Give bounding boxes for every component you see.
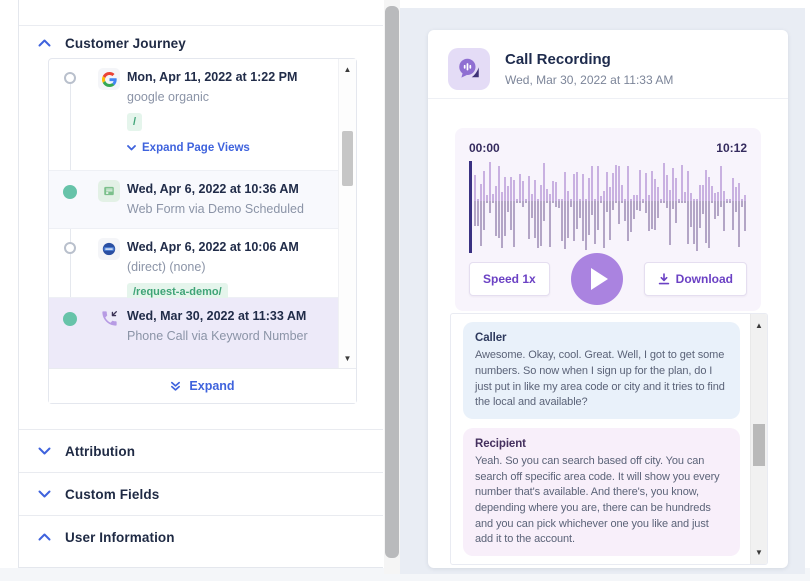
journey-event-google-organic[interactable]: Mon, Apr 11, 2022 at 1:22 PM google orga… — [49, 59, 339, 171]
message-text: Awesome. Okay, cool. Great. Well, I got … — [475, 349, 725, 409]
page-path-tag: / — [127, 113, 143, 131]
timeline-marker — [63, 312, 77, 326]
panel-top-divider — [19, 25, 383, 26]
scroll-up-arrow[interactable]: ▲ — [751, 321, 767, 330]
expand-page-views-label: Expand Page Views — [142, 142, 250, 154]
event-source: google organic — [127, 90, 210, 104]
total-time: 10:12 — [716, 141, 747, 155]
scrollbar-thumb[interactable] — [753, 424, 765, 466]
section-header-custom-fields[interactable]: Custom Fields — [19, 472, 383, 515]
player-times: 00:00 10:12 — [469, 141, 747, 155]
speaker-label: Recipient — [475, 437, 526, 450]
waveform-bars — [474, 161, 747, 253]
phone-call-icon — [98, 307, 120, 329]
card-header-divider — [428, 98, 788, 99]
chevron-up-icon — [38, 533, 51, 541]
chevron-down-icon — [38, 490, 51, 498]
event-source: Web Form via Demo Scheduled — [127, 202, 304, 216]
section-header-customer-journey[interactable]: Customer Journey — [19, 31, 383, 55]
speaker-label: Caller — [475, 332, 507, 344]
timeline-marker — [64, 242, 76, 254]
expand-label: Expand — [189, 379, 235, 393]
timeline-marker — [64, 72, 76, 84]
transcript-panel: Caller Awesome. Okay, cool. Great. Well,… — [450, 313, 768, 565]
journey-event-phone-call[interactable]: Wed, Mar 30, 2022 at 11:33 AM Phone Call… — [49, 298, 339, 368]
scrollbar-thumb[interactable] — [385, 6, 399, 558]
transcript-message-caller: Caller Awesome. Okay, cool. Great. Well,… — [463, 322, 740, 419]
timeline-marker — [63, 185, 77, 199]
scroll-up-arrow[interactable]: ▲ — [339, 65, 356, 74]
contact-detail-panel: Customer Journey Mon, Apr 11, 2022 at 1:… — [18, 0, 383, 568]
audio-player: 00:00 10:12 Speed 1x Download — [455, 128, 761, 311]
expand-page-views-link[interactable]: Expand Page Views — [127, 142, 329, 154]
direct-visit-icon — [98, 238, 120, 260]
journey-scrollbar[interactable]: ▲ ▼ — [338, 59, 356, 369]
message-text: Yeah. So you can search based off city. … — [475, 455, 720, 546]
playhead[interactable] — [469, 161, 472, 253]
event-date: Wed, Mar 30, 2022 at 11:33 AM — [127, 309, 307, 323]
play-icon — [590, 268, 608, 290]
journey-event-web-form[interactable]: Wed, Apr 6, 2022 at 10:36 AM Web Form vi… — [49, 171, 339, 229]
chevron-down-icon — [38, 447, 51, 455]
event-source: Phone Call via Keyword Number — [127, 329, 308, 343]
card-title: Call Recording — [505, 51, 611, 68]
section-header-user-information[interactable]: User Information — [19, 515, 383, 568]
speed-button[interactable]: Speed 1x — [469, 262, 550, 296]
speed-label: Speed 1x — [483, 272, 536, 286]
play-button[interactable] — [570, 253, 623, 305]
download-button[interactable]: Download — [643, 262, 747, 296]
google-logo-icon — [98, 68, 120, 90]
journey-event-direct[interactable]: Wed, Apr 6, 2022 at 10:06 AM (direct) (n… — [49, 229, 339, 301]
event-date: Wed, Apr 6, 2022 at 10:36 AM — [127, 182, 299, 196]
detail-pane-background: Call Recording Wed, Mar 30, 2022 at 11:3… — [400, 8, 805, 574]
player-controls: Speed 1x Download — [469, 253, 747, 305]
scroll-down-arrow[interactable]: ▼ — [751, 548, 767, 557]
event-date: Wed, Apr 6, 2022 at 10:06 AM — [127, 240, 299, 254]
call-recording-card: Call Recording Wed, Mar 30, 2022 at 11:3… — [428, 30, 788, 568]
card-datetime: Wed, Mar 30, 2022 at 11:33 AM — [505, 73, 674, 87]
web-form-icon — [98, 180, 120, 202]
event-source: (direct) (none) — [127, 260, 206, 274]
call-recording-header: Call Recording Wed, Mar 30, 2022 at 11:3… — [428, 30, 788, 90]
section-label: Attribution — [65, 443, 136, 459]
page-scrollbar[interactable] — [384, 0, 400, 574]
double-chevron-down-icon — [170, 381, 181, 392]
call-recording-titles: Call Recording Wed, Mar 30, 2022 at 11:3… — [505, 51, 673, 87]
transcript-message-recipient: Recipient Yeah. So you can search based … — [463, 427, 740, 556]
scrollbar-thumb[interactable] — [342, 131, 353, 186]
customer-journey-timeline: Mon, Apr 11, 2022 at 1:22 PM google orga… — [48, 58, 357, 404]
section-label: Customer Journey — [65, 35, 186, 51]
call-recording-icon — [448, 48, 490, 90]
section-label: Custom Fields — [65, 486, 160, 502]
download-icon — [658, 273, 670, 285]
download-label: Download — [675, 272, 733, 286]
section-label: User Information — [65, 530, 175, 545]
chevron-down-icon — [127, 145, 136, 151]
chevron-up-icon — [38, 39, 51, 47]
scroll-down-arrow[interactable]: ▼ — [339, 354, 356, 363]
journey-expand-button[interactable]: Expand — [49, 368, 356, 403]
current-time: 00:00 — [469, 141, 500, 155]
section-header-attribution[interactable]: Attribution — [19, 429, 383, 472]
waveform[interactable] — [469, 161, 747, 253]
event-date: Mon, Apr 11, 2022 at 1:22 PM — [127, 70, 298, 84]
transcript-scrollbar[interactable]: ▲ ▼ — [750, 314, 767, 564]
